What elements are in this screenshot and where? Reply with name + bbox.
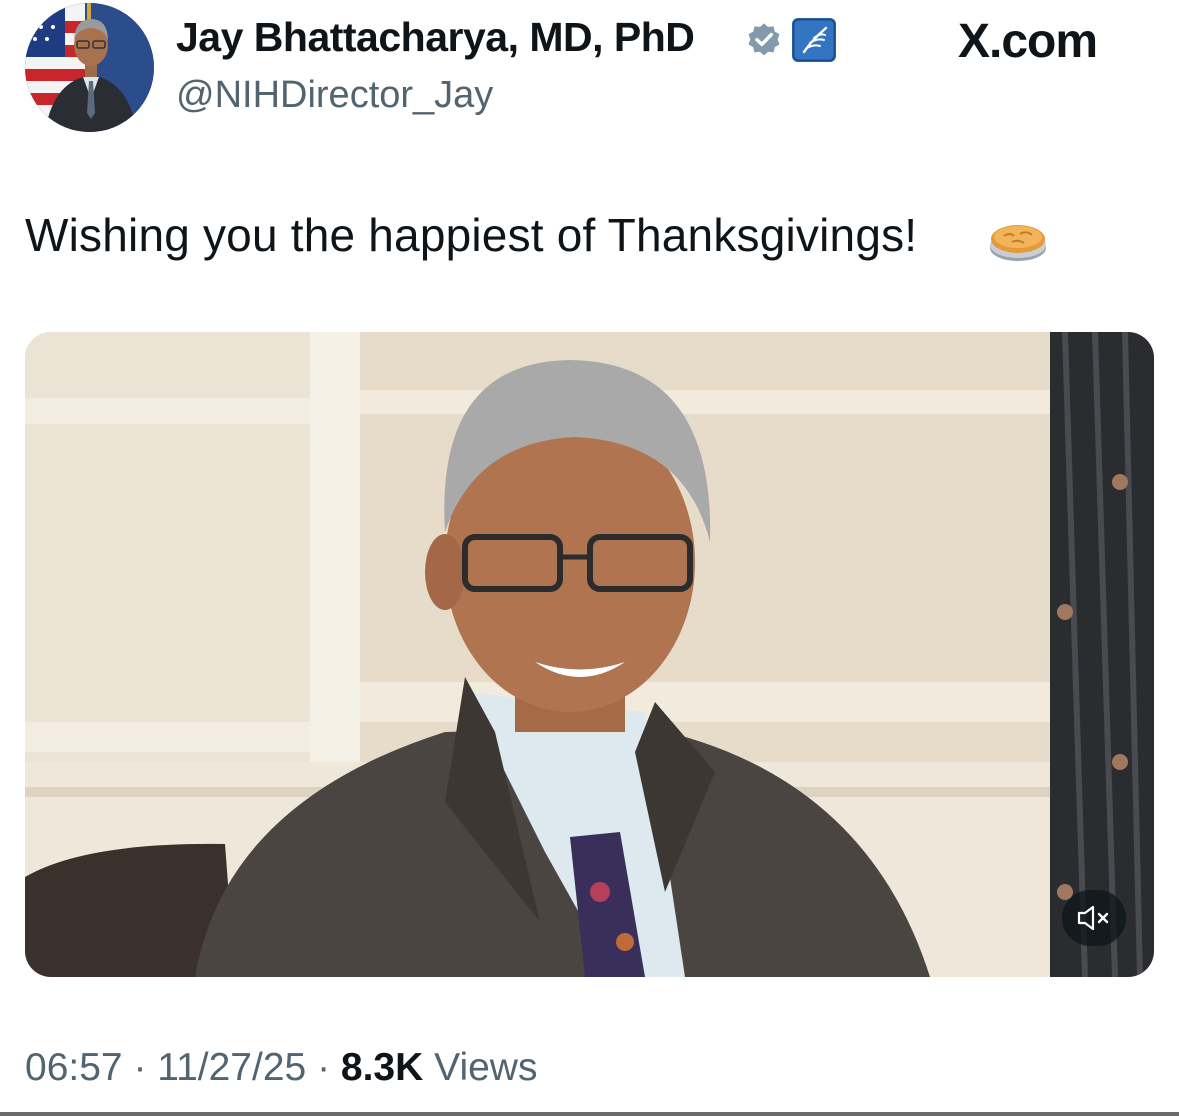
video-player[interactable] bbox=[25, 332, 1154, 977]
avatar[interactable] bbox=[25, 3, 154, 132]
verified-badge-icon bbox=[748, 23, 780, 56]
views-count[interactable]: 8.3K bbox=[341, 1046, 423, 1089]
display-name[interactable]: Jay Bhattacharya, MD, PhD bbox=[176, 14, 695, 61]
views-label: Views bbox=[434, 1046, 538, 1089]
pie-icon bbox=[990, 225, 1046, 261]
user-handle[interactable]: @NIHDirector_Jay bbox=[176, 74, 493, 117]
tweet-date[interactable]: 11/27/25 bbox=[157, 1046, 306, 1089]
separator: · bbox=[317, 1046, 331, 1089]
hhs-affiliation-icon[interactable] bbox=[792, 18, 836, 62]
divider bbox=[0, 1112, 1179, 1116]
separator: · bbox=[133, 1046, 147, 1089]
speaker-muted-icon bbox=[1077, 905, 1109, 931]
tweet-time[interactable]: 06:57 bbox=[25, 1046, 123, 1089]
mute-toggle-button[interactable] bbox=[1062, 890, 1126, 946]
video-frame bbox=[25, 332, 1154, 977]
x-com-brand: X.com bbox=[958, 15, 1098, 68]
tweet-text: Wishing you the happiest of Thanksgiving… bbox=[25, 209, 918, 261]
tweet-meta: 06:57 · 11/27/25 · 8.3K Views bbox=[25, 1046, 537, 1090]
avatar-image bbox=[25, 3, 154, 132]
